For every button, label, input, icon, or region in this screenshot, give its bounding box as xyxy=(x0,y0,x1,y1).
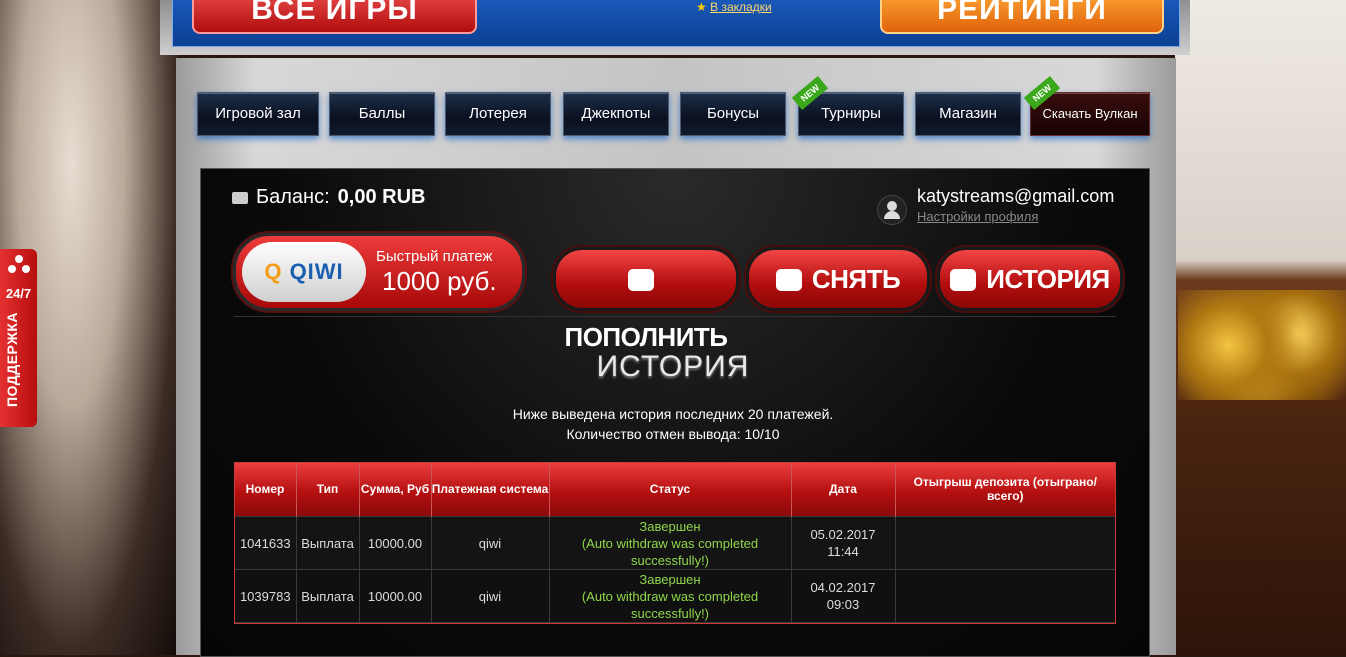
col-wager: Отыгрыш депозита (отыграно/всего) xyxy=(895,462,1116,517)
history-label: ИСТОРИЯ xyxy=(986,264,1110,294)
col-type: Тип xyxy=(296,462,360,517)
col-amount: Сумма, Руб xyxy=(359,462,432,517)
bookmark-label: В закладки xyxy=(710,0,772,14)
deposit-label: ПОПОЛНИТЬ xyxy=(564,322,728,352)
qiwi-label: Быстрый платеж xyxy=(376,248,493,265)
nav-item-jackpots[interactable]: Джекпоты xyxy=(563,92,669,136)
nav-item-lottery[interactable]: Лотерея xyxy=(445,92,551,136)
support-label: ПОДДЕРЖКА xyxy=(4,311,20,407)
cell-type: Выплата xyxy=(295,569,360,623)
ratings-button[interactable]: РЕЙТИНГИ xyxy=(880,0,1164,34)
nav-item-game-hall[interactable]: Игровой зал xyxy=(197,92,319,136)
cell-status: Завершен (Auto withdraw was completed suc… xyxy=(548,569,792,623)
nav-label: Игровой зал xyxy=(215,105,301,122)
cell-system: qiwi xyxy=(430,516,550,570)
cell-amount: 10000.00 xyxy=(358,516,432,570)
status-text: Завершен xyxy=(639,518,701,534)
payments-table: Номер Тип Сумма, Руб Платежная система С… xyxy=(234,462,1116,623)
user-avatar-icon xyxy=(877,195,907,225)
nav-label: Магазин xyxy=(939,105,997,122)
bookmark-link[interactable]: ★ В закладки xyxy=(696,0,772,14)
nav-label: Джекпоты xyxy=(581,105,651,122)
page-title: ИСТОРИЯ xyxy=(596,350,750,383)
profile-settings-link[interactable]: Настройки профиля xyxy=(917,209,1038,224)
nav-label: Лотерея xyxy=(469,105,527,122)
user-email: katystreams@gmail.com xyxy=(917,186,1115,206)
support-chat-icon xyxy=(8,255,30,279)
date-text: 04.02.2017 xyxy=(810,580,876,595)
cell-number: 1039783 xyxy=(234,569,297,623)
history-button[interactable]: ИСТОРИЯ xyxy=(937,247,1123,311)
history-subtitle: Ниже выведена история последних 20 плате… xyxy=(512,406,834,422)
withdraw-button[interactable]: СНЯТЬ xyxy=(746,247,930,311)
col-system: Платежная система xyxy=(431,462,550,517)
time-text: 11:44 xyxy=(827,544,859,559)
qiwi-quick-pay-button[interactable]: Q QIWI Быстрый платеж 1000 руб. xyxy=(233,233,525,311)
col-status: Статус xyxy=(549,462,792,517)
qiwi-logo: Q QIWI xyxy=(242,242,366,302)
support-hours: 24/7 xyxy=(5,286,32,301)
time-text: 09:03 xyxy=(826,597,860,612)
status-note: (Auto withdraw was completed successfull… xyxy=(581,535,759,568)
nav-label: Скачать Вулкан xyxy=(1042,106,1138,121)
piggy-bank-icon xyxy=(628,269,654,291)
wallet-icon xyxy=(232,191,248,204)
status-text: Завершен xyxy=(639,571,701,587)
nav-label: Турниры xyxy=(821,105,881,122)
withdraw-label: СНЯТЬ xyxy=(811,264,901,294)
cell-type: Выплата xyxy=(295,516,360,570)
table-row: 1039783 Выплата 10000.00 qiwi Завершен (A… xyxy=(234,569,1116,623)
cell-amount: 10000.00 xyxy=(358,569,432,623)
nav-item-bonuses[interactable]: Бонусы xyxy=(680,92,786,136)
cell-wager xyxy=(894,569,1116,623)
cell-system: qiwi xyxy=(430,569,550,623)
balance-label: Баланс: xyxy=(256,186,330,208)
qiwi-logo-text: QIWI xyxy=(289,259,344,284)
card-icon xyxy=(775,269,802,291)
nav-label: Бонусы xyxy=(706,105,760,122)
cell-number: 1041633 xyxy=(234,516,297,570)
status-note: (Auto withdraw was completed successfull… xyxy=(581,588,759,621)
table-header-row: Номер Тип Сумма, Руб Платежная система С… xyxy=(234,462,1116,517)
support-tab[interactable]: 24/7 ПОДДЕРЖКА xyxy=(0,249,37,427)
table-row: 1041633 Выплата 10000.00 qiwi Завершен (A… xyxy=(234,516,1116,570)
divider xyxy=(234,316,1116,317)
col-number: Номер xyxy=(234,462,297,517)
clipboard-icon xyxy=(950,269,977,291)
qiwi-q-icon: Q xyxy=(264,259,283,284)
balance-display: Баланс: 0,00 RUB xyxy=(232,186,425,209)
nav-item-points[interactable]: Баллы xyxy=(329,92,435,136)
nav-label: Баллы xyxy=(358,105,406,122)
qiwi-amount: 1000 руб. xyxy=(382,266,497,296)
nav-item-download[interactable]: NEW Скачать Вулкан xyxy=(1023,75,1150,136)
deposit-button[interactable]: ПОПОЛНИТЬ xyxy=(553,247,739,352)
balance-value: 0,00 RUB xyxy=(337,186,426,208)
cell-date: 04.02.2017 09:03 xyxy=(790,569,896,623)
nav-item-shop[interactable]: Магазин xyxy=(915,92,1021,136)
all-games-button[interactable]: ВСЕ ИГРЫ xyxy=(192,0,477,34)
cell-date: 05.02.2017 11:44 xyxy=(790,516,896,570)
nav-item-tournaments[interactable]: NEW Турниры xyxy=(791,75,904,136)
col-date: Дата xyxy=(791,462,896,517)
date-text: 05.02.2017 xyxy=(810,527,876,542)
cancel-count: Количество отмен вывода: 10/10 xyxy=(566,426,780,442)
cell-wager xyxy=(894,516,1116,570)
cell-status: Завершен (Auto withdraw was completed suc… xyxy=(548,516,792,570)
star-icon: ★ xyxy=(696,0,707,14)
